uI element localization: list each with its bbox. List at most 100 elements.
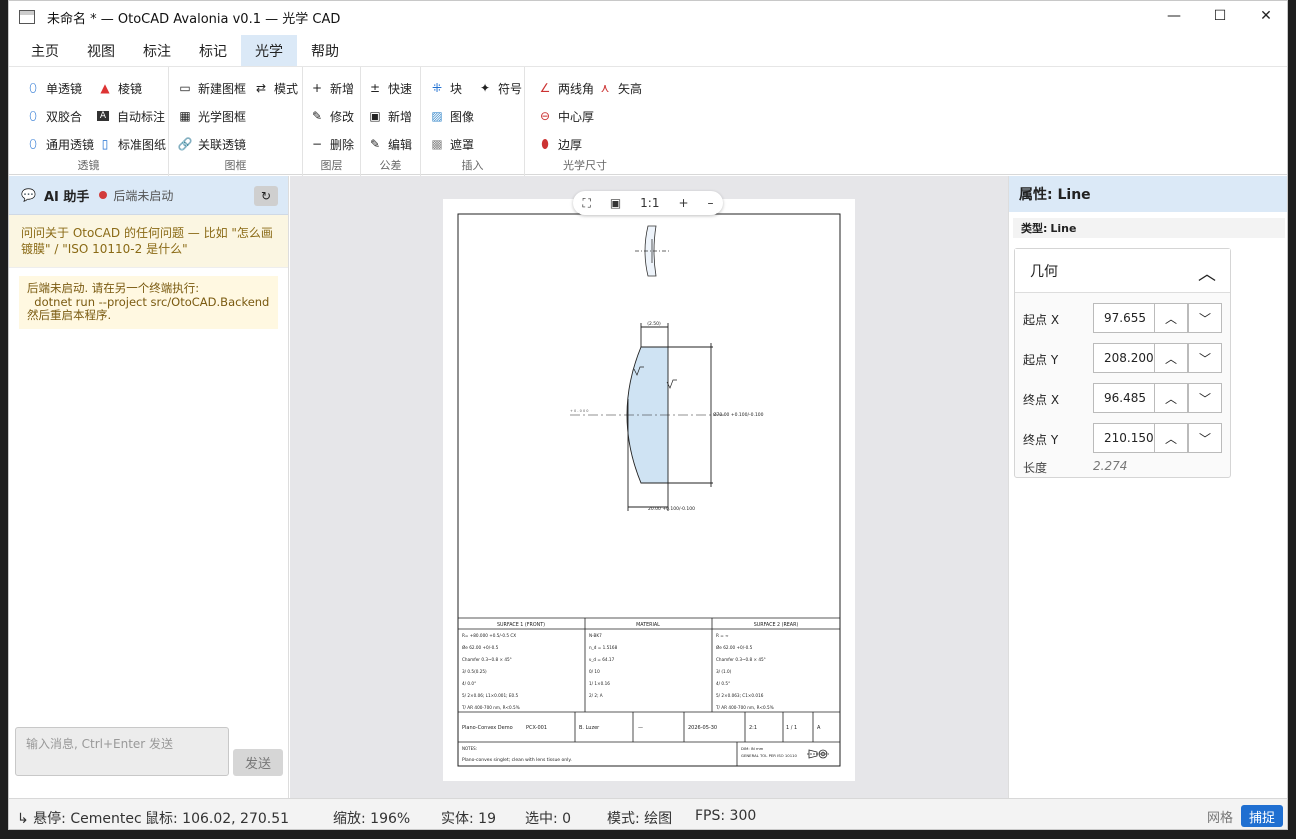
link-lens-button[interactable]: 🔗 关联透镜 — [177, 133, 247, 155]
menu-markup[interactable]: 标记 — [185, 35, 241, 67]
new-frame-button[interactable]: ▭ 新建图框 — [177, 77, 246, 99]
block-icon: ⁜ — [431, 81, 443, 95]
refresh-button[interactable]: ↻ — [254, 186, 278, 206]
end-y-input[interactable]: 210.150 — [1093, 423, 1155, 453]
optical-frame-button[interactable]: ▦ 光学图框 — [177, 105, 246, 127]
drawing-sheet[interactable]: (2.50) Ø70.00 +0.100/-0.100 20.00 +0.100… — [443, 191, 855, 781]
prism-button[interactable]: ▲ 棱镜 — [97, 77, 142, 99]
menu-view[interactable]: 视图 — [73, 35, 129, 67]
end-x-input[interactable]: 96.485 — [1093, 383, 1155, 413]
generic-lens-label: 通用透镜 — [46, 137, 95, 152]
zoom-out-button[interactable]: – — [707, 196, 713, 210]
tol-quick-label: 快速 — [388, 81, 413, 96]
menu-bar: 主页 视图 标注 标记 光学 帮助 — [9, 34, 1287, 67]
link-lens-label: 关联透镜 — [198, 137, 247, 152]
grid-toggle[interactable]: 网格 — [1199, 805, 1241, 827]
send-button[interactable]: 发送 — [233, 749, 283, 776]
drawing-date: 2026-05-30 — [688, 725, 717, 731]
auto-dim-icon: A — [97, 111, 109, 121]
increment-button[interactable]: ︿ — [1154, 303, 1188, 333]
insert-block-button[interactable]: ⁜ 块 — [429, 77, 462, 99]
backend-warning: 后端未启动. 请在另一个终端执行: dotnet run --project s… — [19, 276, 278, 329]
decrement-button[interactable]: ﹀ — [1188, 343, 1222, 373]
zoom-frame-icon[interactable]: ▣ — [610, 196, 621, 210]
drawing-canvas[interactable]: (2.50) Ø70.00 +0.100/-0.100 20.00 +0.100… — [290, 176, 1008, 798]
menu-annotate[interactable]: 标注 — [129, 35, 185, 67]
center-thick-label: 中心厚 — [558, 109, 595, 124]
ribbon-group-lens: ⬯ 单透镜 ⬯ 双胶合 ⬯ 通用透镜 ▲ 棱镜 A 自动标注 ▯ 标准图纸 透镜 — [9, 67, 169, 176]
chevron-up-icon[interactable]: ︿ — [1198, 260, 1216, 286]
decrement-button[interactable]: ﹀ — [1188, 423, 1222, 453]
insert-symbol-label: 符号 — [498, 81, 523, 96]
prop-row-start-y: 起点 Y 208.200 ︿ ﹀ — [1015, 343, 1232, 373]
start-y-input[interactable]: 208.200 — [1093, 343, 1155, 373]
center-thick-button[interactable]: ⊖ 中心厚 — [537, 105, 594, 127]
image-icon: ▨ — [431, 109, 443, 123]
layer-add-button[interactable]: + 新增 — [309, 77, 354, 99]
prop-label: 起点 X — [1023, 313, 1060, 327]
insert-mask-button[interactable]: ▩ 遮罩 — [429, 133, 474, 155]
zoom-level: 缩放: 196% — [333, 811, 411, 827]
edge-thick-button[interactable]: ⬮ 边厚 — [537, 133, 582, 155]
table-header-rear: SURFACE 2 (REAR) — [754, 622, 799, 628]
drawing-sheet: 1 / 1 — [786, 725, 797, 731]
surface1-line: R= +80.000 +0.5/-0.5 CX — [462, 633, 516, 638]
sag-button[interactable]: ⋏ 矢高 — [597, 77, 642, 99]
menu-help[interactable]: 帮助 — [297, 35, 353, 67]
group-label-frame: 图框 — [224, 159, 247, 172]
doublet-button[interactable]: ⬯ 双胶合 — [25, 105, 82, 127]
ribbon-group-insert: ⁜ 块 ✦ 符号 ▨ 图像 ▩ 遮罩 插入 — [421, 67, 525, 176]
increment-button[interactable]: ︿ — [1154, 343, 1188, 373]
minimize-button[interactable]: — — [1151, 1, 1197, 31]
mode-button[interactable]: ⇄ 模式 — [253, 77, 298, 99]
close-button[interactable]: ✕ — [1243, 1, 1287, 31]
generic-lens-button[interactable]: ⬯ 通用透镜 — [25, 133, 94, 155]
chat-input[interactable]: 输入消息, Ctrl+Enter 发送 — [15, 727, 229, 776]
geometry-header[interactable]: 几何 ︿ — [1015, 249, 1230, 293]
auto-dim-button[interactable]: A 自动标注 — [97, 105, 165, 127]
menu-home[interactable]: 主页 — [17, 35, 73, 67]
increment-button[interactable]: ︿ — [1154, 383, 1188, 413]
angle-icon: ∠ — [539, 81, 551, 95]
menu-optics[interactable]: 光学 — [241, 34, 297, 67]
single-lens-button[interactable]: ⬯ 单透镜 — [25, 77, 82, 99]
surface1-line: Chamfer 0.3~0.8 × 45° — [462, 657, 512, 662]
decrement-button[interactable]: ﹀ — [1188, 303, 1222, 333]
surface1-line: 4/ 0.0° — [462, 681, 476, 686]
surface1-line: 5/ 2×0.06; L1×0.001; E0.5 — [462, 693, 519, 698]
mouse-coords: 鼠标: 106.02, 270.51 — [145, 811, 290, 827]
chevron-down-icon: ﹀ — [1198, 311, 1211, 326]
tol-edit-button[interactable]: ✎ 编辑 — [367, 133, 412, 155]
zoom-one-to-one-button[interactable]: 1:1 — [640, 196, 659, 210]
increment-button[interactable]: ︿ — [1154, 423, 1188, 453]
insert-image-button[interactable]: ▨ 图像 — [429, 105, 474, 127]
layer-delete-button[interactable]: − 删除 — [309, 133, 354, 155]
mask-icon: ▩ — [431, 137, 443, 151]
chevron-down-icon: ﹀ — [1198, 351, 1211, 366]
optical-frame-label: 光学图框 — [198, 109, 247, 124]
tol-new-button[interactable]: ▣ 新增 — [367, 105, 412, 127]
fit-view-icon[interactable]: ⛶ — [582, 196, 590, 211]
maximize-button[interactable]: ☐ — [1197, 1, 1243, 31]
two-line-angle-button[interactable]: ∠ 两线角 — [537, 77, 594, 99]
prop-row-end-y: 终点 Y 210.150 ︿ ﹀ — [1015, 423, 1232, 453]
box-icon: ▣ — [369, 109, 381, 123]
two-line-angle-label: 两线角 — [558, 81, 595, 96]
decrement-button[interactable]: ﹀ — [1188, 383, 1222, 413]
start-x-input[interactable]: 97.655 — [1093, 303, 1155, 333]
drawing-code: PCX-001 — [526, 725, 547, 731]
std-sheet-button[interactable]: ▯ 标准图纸 — [97, 133, 166, 155]
prop-row-end-x: 终点 X 96.485 ︿ ﹀ — [1015, 383, 1232, 413]
drawing-scale: 2:1 — [749, 725, 757, 731]
tol-quick-button[interactable]: ± 快速 — [367, 77, 412, 99]
snap-toggle[interactable]: 捕捉 — [1241, 805, 1284, 827]
sheet-border — [457, 213, 841, 767]
geometry-title: 几何 — [1030, 263, 1058, 280]
zoom-in-button[interactable]: + — [678, 196, 688, 210]
insert-symbol-button[interactable]: ✦ 符号 — [477, 77, 522, 99]
plus-icon: + — [311, 81, 323, 95]
layer-edit-button[interactable]: ✎ 修改 — [309, 105, 354, 127]
selected-count: 选中: 0 — [525, 811, 572, 827]
pencil-icon: ✎ — [311, 109, 323, 123]
lens-section — [570, 323, 726, 511]
